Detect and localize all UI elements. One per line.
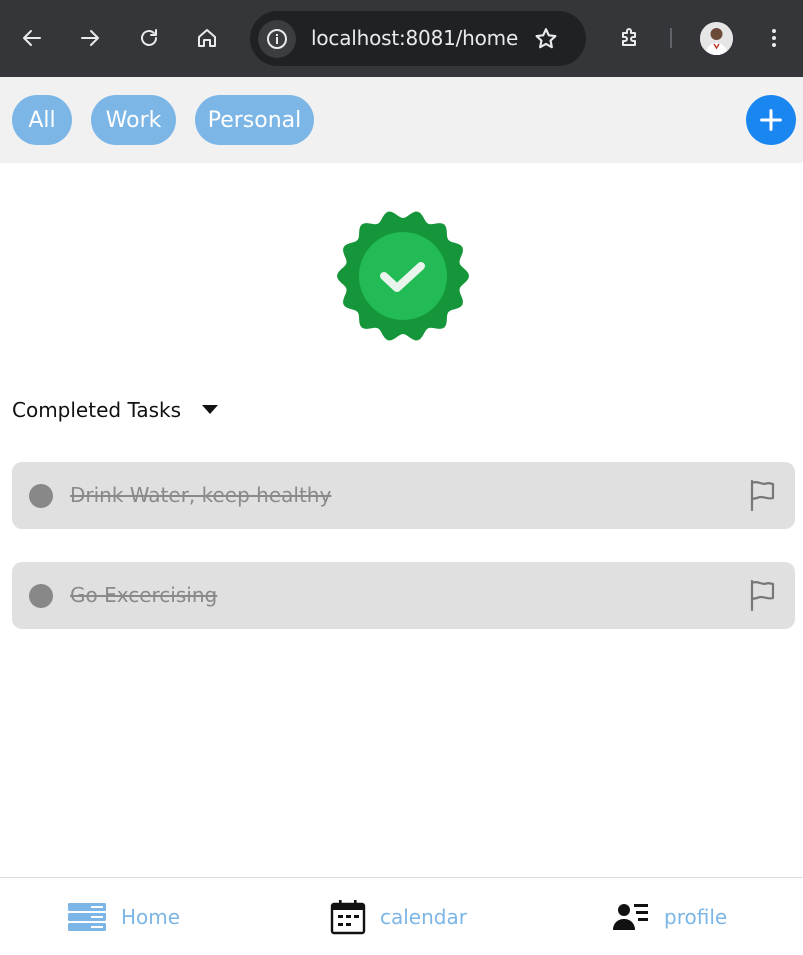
badge-inner-circle — [359, 232, 447, 320]
reload-button[interactable] — [131, 20, 167, 56]
completed-tasks-heading[interactable]: Completed Tasks — [12, 398, 181, 422]
profile-avatar[interactable] — [700, 22, 733, 55]
completed-badge-icon — [337, 211, 469, 341]
flag-icon[interactable] — [748, 479, 778, 511]
star-icon — [535, 28, 557, 49]
forward-button[interactable] — [72, 20, 108, 56]
task-card[interactable]: Drink Water, keep healthy — [12, 462, 795, 529]
nav-item-home[interactable]: Home — [67, 878, 180, 955]
filter-chip-all[interactable]: All — [12, 95, 72, 145]
browser-toolbar: localhost:8081/home — [0, 0, 803, 77]
calendar-icon — [330, 900, 366, 935]
bookmark-button[interactable] — [532, 25, 560, 53]
task-title: Go Excercising — [70, 583, 218, 607]
url-text[interactable]: localhost:8081/home — [311, 26, 518, 50]
nav-label-profile: profile — [664, 905, 728, 929]
arrow-right-icon — [81, 30, 99, 46]
info-icon — [267, 29, 287, 49]
more-vertical-icon — [772, 29, 776, 47]
filter-bar: All Work Personal — [0, 77, 803, 163]
site-info-button[interactable] — [258, 20, 296, 58]
toolbar-divider — [670, 28, 672, 48]
task-status-dot[interactable] — [29, 584, 53, 608]
filter-chip-personal[interactable]: Personal — [195, 95, 314, 145]
add-task-button[interactable] — [746, 95, 796, 145]
browser-menu-button[interactable] — [756, 20, 792, 56]
home-list-icon — [68, 903, 106, 931]
house-icon — [198, 29, 216, 47]
nav-label-home: Home — [121, 905, 181, 929]
plus-icon — [760, 109, 782, 131]
reload-icon — [141, 29, 157, 46]
back-button[interactable] — [14, 20, 50, 56]
home-button[interactable] — [189, 20, 225, 56]
caret-down-icon[interactable] — [202, 405, 218, 414]
filter-chip-work[interactable]: Work — [91, 95, 176, 145]
flag-icon[interactable] — [748, 579, 778, 611]
task-title: Drink Water, keep healthy — [70, 483, 332, 507]
puzzle-icon — [622, 28, 636, 46]
nav-label-calendar: calendar — [380, 905, 467, 929]
address-bar[interactable]: localhost:8081/home — [250, 11, 586, 66]
avatar-icon — [700, 22, 733, 55]
nav-item-profile[interactable]: profile — [612, 878, 727, 955]
task-card[interactable]: Go Excercising — [12, 562, 795, 629]
arrow-left-icon — [23, 30, 41, 46]
extensions-button[interactable] — [612, 20, 648, 56]
nav-item-calendar[interactable]: calendar — [330, 878, 467, 955]
bottom-navigation: Home calendar profile — [0, 877, 803, 955]
profile-list-icon — [613, 904, 648, 930]
task-status-dot[interactable] — [29, 484, 53, 508]
